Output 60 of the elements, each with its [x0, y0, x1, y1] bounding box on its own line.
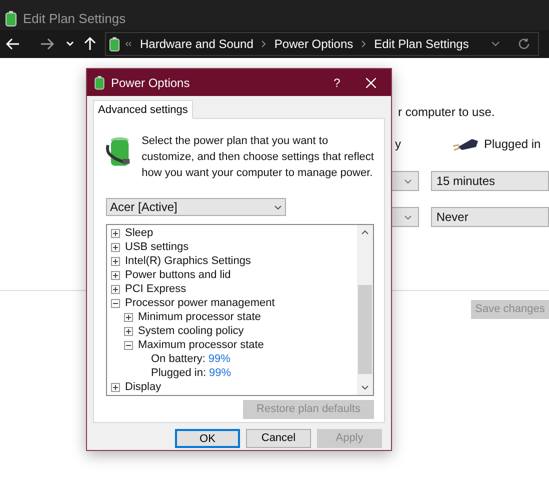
chevron-down-icon [404, 178, 412, 184]
plan-dropdown[interactable]: Acer [Active] [106, 198, 286, 216]
description-text: Select the power plan that you want to customize, and then choose settings that reflect how you want your computer to manage power. [142, 134, 374, 181]
tree-item[interactable]: Maximum processor state [138, 336, 264, 354]
expand-icon[interactable] [111, 270, 120, 280]
scrollbar-thumb[interactable] [358, 285, 372, 374]
double-chevron-icon [125, 41, 132, 47]
expand-icon[interactable] [124, 312, 133, 322]
setting-label: On battery: [151, 352, 206, 367]
chevron-down-icon [274, 204, 282, 210]
breadcrumb-item[interactable]: Edit Plan Settings [374, 35, 469, 53]
setting-value-link[interactable]: 99% [209, 364, 232, 382]
plug-icon [452, 137, 480, 151]
breadcrumb-item[interactable]: Hardware and Sound [140, 35, 254, 53]
scrollbar[interactable] [357, 225, 373, 395]
breadcrumb-item[interactable]: Power Options [274, 35, 354, 53]
close-icon[interactable] [366, 78, 376, 88]
tab[interactable]: Advanced settings [93, 100, 193, 119]
collapse-icon[interactable] [111, 298, 120, 308]
intro-text: r computer to use. [398, 104, 496, 121]
dialog-button[interactable]: Cancel [246, 429, 311, 448]
tree-item[interactable]: USB settings [125, 238, 189, 256]
setting-value-link[interactable]: 99% [208, 350, 230, 368]
chevron-down-icon [404, 214, 412, 220]
back-arrow-icon[interactable] [6, 38, 20, 50]
expand-icon[interactable] [124, 326, 133, 336]
tree-item[interactable]: Processor power management [125, 294, 275, 312]
battery-icon [5, 11, 17, 27]
window-title: Edit Plan Settings [23, 10, 126, 28]
tree-item[interactable]: Display [125, 378, 162, 395]
scroll-down-icon[interactable] [361, 385, 369, 390]
dialog-title: Power Options [111, 74, 190, 92]
help-button[interactable]: ? [314, 74, 360, 92]
setting-label: Plugged in: [151, 366, 206, 381]
dialog-button[interactable]: OK [175, 429, 240, 448]
battery-icon [93, 76, 106, 90]
refresh-icon[interactable] [518, 38, 530, 50]
up-arrow-icon[interactable] [84, 37, 96, 51]
collapse-icon[interactable] [124, 340, 133, 350]
expand-icon[interactable] [111, 284, 120, 294]
column-header: Plugged in [484, 136, 541, 153]
expand-icon[interactable] [111, 256, 120, 266]
column-header: y [394, 136, 402, 153]
tree-item[interactable]: PCI Express [125, 280, 186, 298]
expand-icon[interactable] [111, 242, 120, 252]
scroll-up-icon[interactable] [361, 230, 369, 235]
plugged-in-dropdown[interactable]: 15 minutes [431, 171, 549, 191]
tree-item[interactable]: Power buttons and lid [125, 266, 231, 284]
plugged-in-dropdown[interactable]: Never [431, 207, 549, 227]
tree-item[interactable]: System cooling policy [138, 322, 244, 340]
chevron-right-icon [361, 40, 366, 48]
expand-icon[interactable] [111, 382, 120, 392]
tree-item[interactable]: Sleep [125, 225, 154, 242]
tree-item[interactable]: Minimum processor state [138, 308, 261, 326]
address-bar[interactable]: Hardware and Sound Power Options Edit Plan Settings [105, 32, 539, 56]
chevron-right-icon [261, 40, 266, 48]
tree-item[interactable]: Intel(R) Graphics Settings [125, 252, 251, 270]
expand-icon[interactable] [111, 228, 120, 238]
battery-icon [109, 36, 120, 52]
forward-arrow-icon[interactable] [40, 38, 54, 50]
